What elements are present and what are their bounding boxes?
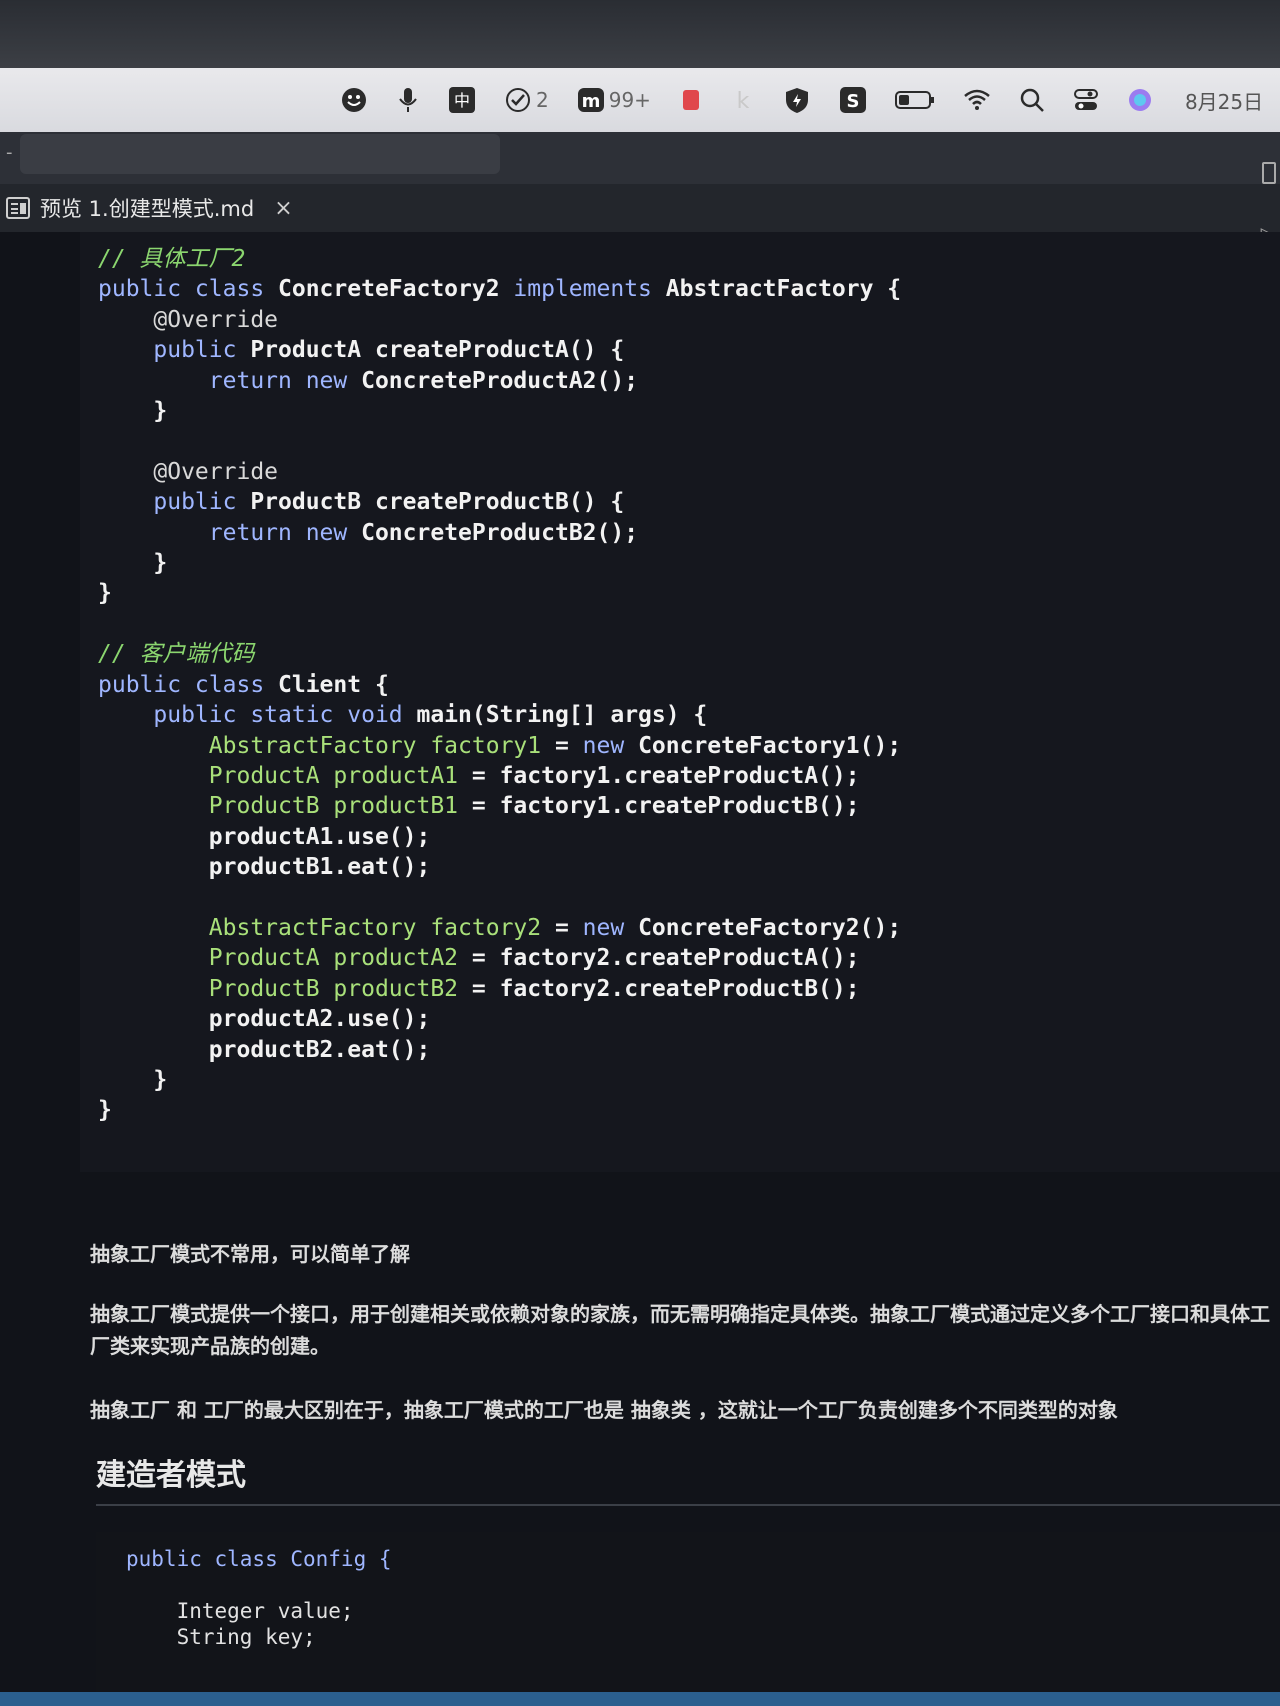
tasks-icon[interactable]: 2 [504, 80, 549, 120]
editor-toolbar: - [0, 132, 1280, 184]
shield-icon[interactable] [783, 80, 811, 120]
command-search-input[interactable] [20, 134, 500, 174]
emoji-icon[interactable] [340, 80, 368, 120]
k-app-icon[interactable]: k [731, 80, 755, 120]
paragraph-definition: 抽象工厂模式提供一个接口，用于创建相关或依赖对象的家族，而无需明确指定具体类。抽… [90, 1302, 1270, 1358]
status-strip [0, 1692, 1280, 1706]
code-block-builder: public class Config { Integer value; Str… [96, 1532, 1280, 1702]
paragraph-note: 抽象工厂模式不常用，可以简单了解 [90, 1242, 410, 1266]
search-icon[interactable] [1019, 80, 1045, 120]
paragraph-difference: 抽象工厂 和 工厂的最大区别在于，抽象工厂模式的工厂也是 抽象类 ，这就让一个工… [90, 1398, 1118, 1422]
s-app-icon[interactable]: S [839, 80, 867, 120]
code-line: public class Config { [126, 1547, 392, 1571]
siri-icon[interactable] [1127, 80, 1153, 120]
battery-icon[interactable] [894, 80, 935, 120]
code-text: // 具体工厂2 public class ConcreteFactory2 i… [98, 246, 902, 1124]
section-heading-builder: 建造者模式 [96, 1458, 246, 1493]
microphone-icon[interactable] [396, 80, 420, 120]
wifi-icon[interactable] [963, 80, 991, 120]
sidebar-toggle-icon[interactable]: - [6, 142, 13, 163]
red-app-icon[interactable] [679, 80, 703, 120]
code-line: Integer value; [126, 1599, 354, 1623]
svg-text:中: 中 [454, 91, 470, 110]
tab-title: 预览 1.创建型模式.md [40, 197, 255, 221]
code-line: String key; [126, 1625, 316, 1649]
control-center-icon[interactable] [1073, 80, 1099, 120]
menubar-date: 8月25日 [1184, 89, 1264, 114]
split-view-icon[interactable] [1262, 162, 1276, 184]
input-method-icon[interactable]: 中 [448, 80, 476, 120]
preview-content: // 具体工厂2 public class ConcreteFactory2 i… [0, 232, 1280, 1702]
code-block-abstract-factory: // 具体工厂2 public class ConcreteFactory2 i… [80, 232, 1280, 1172]
preview-icon [6, 197, 30, 219]
app-m-icon[interactable]: m 99+ [577, 80, 651, 120]
heading-divider [96, 1504, 1280, 1506]
notification-count: 99+ [608, 88, 651, 112]
svg-text:S: S [846, 91, 859, 112]
screen-bezel [0, 0, 1280, 68]
tab-bar: 预览 1.创建型模式.md × ▷ [0, 184, 1280, 246]
close-icon[interactable]: × [274, 196, 292, 221]
svg-text:m: m [581, 91, 600, 112]
menu-bar: 中 2 m 99+ k S 8月25日 [0, 68, 1280, 132]
code-text-builder: public class Config { Integer value; Str… [126, 1546, 392, 1650]
svg-text:k: k [737, 89, 750, 114]
tab-preview[interactable]: 预览 1.创建型模式.md × [0, 184, 293, 232]
task-count: 2 [536, 88, 549, 112]
